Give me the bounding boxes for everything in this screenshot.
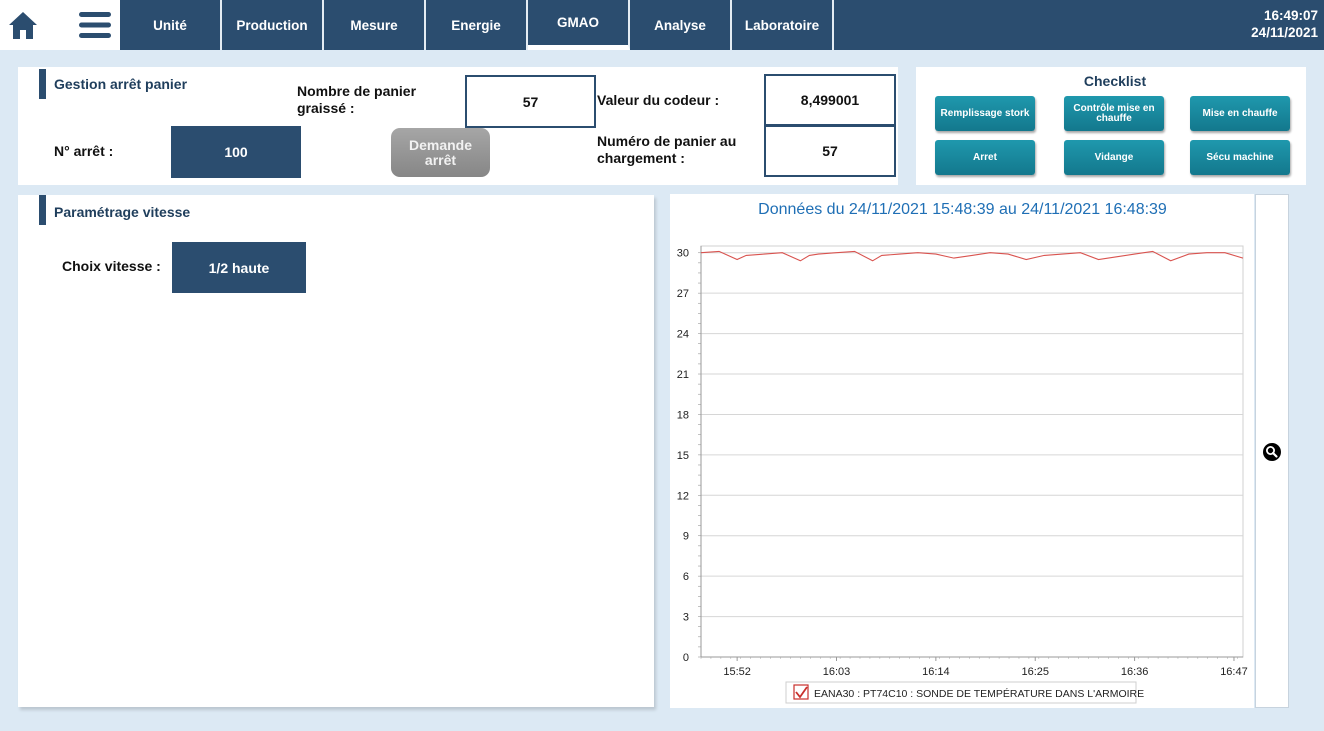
checklist-title: Checklist <box>1083 73 1147 89</box>
magnifier-zoom-icon <box>1263 443 1281 461</box>
codeur-value: 8,499001 <box>764 74 896 126</box>
chart-side-toolbar <box>1255 194 1289 708</box>
choix-vitesse-label: Choix vitesse : <box>62 258 161 274</box>
y-tick-label: 12 <box>677 490 689 502</box>
x-tick-label: 16:47 <box>1220 666 1248 678</box>
y-tick-label: 6 <box>683 571 689 583</box>
tab-production[interactable]: Production <box>222 0 324 50</box>
graisse-label: Nombre de panier graissé : <box>297 83 417 116</box>
demande-arret-button[interactable]: Demande arrêt <box>391 128 490 177</box>
y-tick-label: 21 <box>677 369 689 381</box>
graisse-value: 57 <box>465 75 596 128</box>
tab-gmao[interactable]: GMAO <box>528 0 630 50</box>
remplissage-stork-button[interactable]: Remplissage stork <box>935 96 1035 131</box>
parametrage-vitesse-panel: Paramétrage vitesse Choix vitesse : 1/2 … <box>18 195 654 707</box>
arret-value[interactable]: 100 <box>171 126 301 178</box>
main-tabs: Unité Production Mesure Energie GMAO Ana… <box>120 0 834 50</box>
codeur-label: Valeur du codeur : <box>597 92 720 108</box>
gestion-arret-panel: Gestion arrêt panier N° arrêt : 100 Nomb… <box>18 67 898 185</box>
arret-button[interactable]: Arret <box>935 140 1035 175</box>
chargement-label: Numéro de panier au chargement : <box>597 133 737 166</box>
y-tick-label: 18 <box>677 409 689 421</box>
tab-mesure[interactable]: Mesure <box>324 0 426 50</box>
x-tick-label: 16:36 <box>1121 666 1149 678</box>
mise-en-chauffe-button[interactable]: Mise en chauffe <box>1190 96 1290 131</box>
top-navigation-bar: Unité Production Mesure Energie GMAO Ana… <box>0 0 1324 50</box>
plot-area <box>700 245 1244 658</box>
chart-panel: Données du 24/11/2021 15:48:39 au 24/11/… <box>670 194 1254 708</box>
legend-entry: EANA30 : PT74C10 : SONDE DE TEMPÉRATURE … <box>814 687 1144 700</box>
controle-mise-en-chauffe-button[interactable]: Contrôle mise en chauffe <box>1064 96 1164 131</box>
vitesse-title: Paramétrage vitesse <box>54 204 191 220</box>
clock-date: 24/11/2021 <box>1251 25 1318 40</box>
temperature-chart: 0 3 6 9 12 15 18 21 24 27 30 15:52 16:03 16:14 16:25 16… <box>677 245 1248 704</box>
tab-laboratoire[interactable]: Laboratoire <box>732 0 834 50</box>
gestion-title: Gestion arrêt panier <box>54 76 188 92</box>
vidange-button[interactable]: Vidange <box>1064 140 1164 175</box>
secu-machine-button[interactable]: Sécu machine <box>1190 140 1290 175</box>
home-button[interactable] <box>6 8 40 42</box>
menu-button[interactable] <box>77 10 113 40</box>
checklist-panel: Checklist Remplissage stork Contrôle mis… <box>916 67 1306 185</box>
section-marker <box>39 69 46 99</box>
y-tick-label: 15 <box>677 450 689 462</box>
x-tick-label: 15:52 <box>723 666 751 678</box>
choix-vitesse-value[interactable]: 1/2 haute <box>172 242 306 293</box>
section-marker <box>39 195 46 225</box>
arret-label: N° arrêt : <box>54 143 114 159</box>
hamburger-menu-icon <box>79 12 111 38</box>
clock-time: 16:49:07 <box>1263 8 1318 23</box>
zoom-button[interactable] <box>1262 442 1282 462</box>
y-tick-label: 0 <box>683 652 689 664</box>
y-tick-label: 30 <box>677 248 689 260</box>
tab-unite[interactable]: Unité <box>120 0 222 50</box>
x-tick-label: 16:03 <box>823 666 851 678</box>
y-tick-label: 3 <box>683 612 689 624</box>
chargement-value: 57 <box>764 125 896 177</box>
home-icon <box>9 12 37 39</box>
y-tick-label: 24 <box>677 329 689 341</box>
clock: 16:49:07 24/11/2021 <box>1251 7 1318 41</box>
x-tick-label: 16:25 <box>1021 666 1049 678</box>
nav-left-zone <box>0 0 120 50</box>
tab-energie[interactable]: Energie <box>426 0 528 50</box>
y-tick-label: 27 <box>677 288 689 300</box>
x-tick-label: 16:14 <box>922 666 950 678</box>
tab-analyse[interactable]: Analyse <box>630 0 732 50</box>
y-tick-label: 9 <box>683 531 689 543</box>
